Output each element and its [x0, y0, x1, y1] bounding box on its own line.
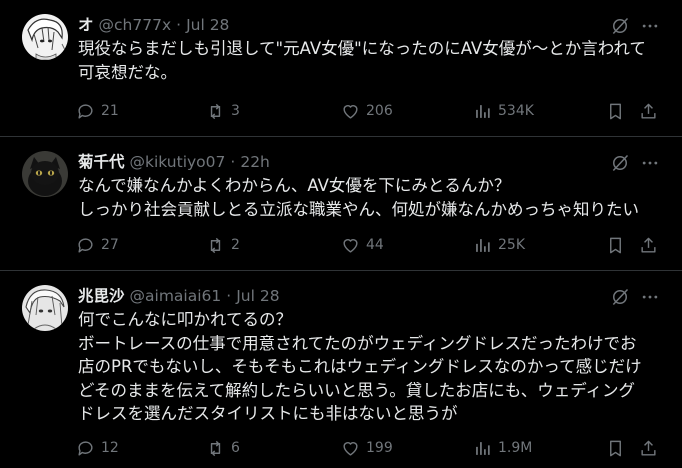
tweet-feed: オ @ch777x · Jul 28 現役ならまだしも引退して"元AV女優"にな… [0, 0, 682, 468]
bookmark-icon [610, 103, 621, 119]
action-bar: 12 6 199 1.9M [76, 437, 666, 459]
share-button[interactable] [639, 100, 658, 122]
avatar[interactable] [22, 151, 68, 197]
share-button[interactable] [639, 437, 658, 459]
share-icon [641, 103, 656, 119]
tweet-2[interactable]: 菊千代 @kikutiyo07 · 22h なんで嫌なんかよくわからん、AV女優… [0, 137, 682, 271]
views-icon [476, 238, 490, 252]
author-handle[interactable]: @aimaiai61 [130, 285, 222, 307]
repost-count: 2 [231, 237, 240, 253]
bookmark-icon [610, 440, 621, 456]
tweet-3[interactable]: 兆毘沙 @aimaiai61 · Jul 28 何でこんなに叩かれてるの？ ボー… [0, 271, 682, 468]
like-icon [343, 104, 358, 119]
grok-icon[interactable] [610, 153, 630, 173]
repost-button[interactable]: 2 [206, 234, 240, 256]
repost-count: 3 [231, 103, 240, 119]
reply-icon [78, 440, 93, 456]
grok-icon[interactable] [610, 16, 630, 36]
view-count: 1.9M [498, 440, 533, 456]
bookmark-icon [610, 237, 621, 253]
reply-button[interactable]: 21 [76, 100, 119, 122]
avatar-image-2 [22, 151, 68, 197]
bookmark-button[interactable] [606, 100, 625, 122]
repost-button[interactable]: 3 [206, 100, 240, 122]
separator: · [226, 287, 232, 305]
action-bar: 27 2 44 25K [76, 234, 666, 256]
like-count: 44 [366, 237, 384, 253]
like-count: 206 [366, 103, 393, 119]
more-icon[interactable] [640, 287, 660, 307]
repost-icon [210, 237, 221, 253]
like-button[interactable]: 206 [341, 100, 393, 122]
tweet-text-line: ドレスを選んだスタイリストにも非はないと思うが [78, 404, 458, 423]
repost-count: 6 [231, 440, 240, 456]
views-icon [476, 441, 490, 455]
tweet-text: 何でこんなに叩かれてるの？ ボートレースの仕事で用意されてたのがウェディングドレ… [78, 308, 678, 426]
share-icon [641, 440, 656, 456]
grok-icon[interactable] [610, 287, 630, 307]
author-name[interactable]: 菊千代 [78, 151, 125, 173]
timestamp[interactable]: Jul 28 [236, 285, 279, 307]
action-bar: 21 3 206 534K [76, 100, 666, 122]
reply-icon [78, 103, 93, 119]
like-button[interactable]: 44 [341, 234, 384, 256]
avatar-image-1 [22, 14, 68, 60]
separator: · [176, 16, 182, 34]
separator: · [230, 153, 236, 171]
tweet-text-line: 可哀想だな。 [78, 62, 177, 82]
tweet-text-line: しっかり社会貢献しとる立派な職業やん、何処が嫌なんかめっちゃ知りたい [78, 199, 639, 219]
tweet-text: 現役ならまだしも引退して"元AV女優"になったのにAV女優が〜とか言われて 可哀… [78, 37, 678, 84]
view-count: 25K [498, 237, 525, 253]
avatar-image-3 [22, 285, 68, 331]
tweet-1[interactable]: オ @ch777x · Jul 28 現役ならまだしも引退して"元AV女優"にな… [0, 0, 682, 137]
more-icon[interactable] [640, 153, 660, 173]
tweet-text-line: どそのままを伝えて解約したらいいと思う。貸したお店にも、ウェディング [78, 380, 636, 400]
timestamp[interactable]: Jul 28 [186, 14, 229, 36]
reply-icon [78, 237, 93, 253]
more-icon[interactable] [640, 16, 660, 36]
views-icon [476, 104, 490, 118]
author-handle[interactable]: @kikutiyo07 [130, 151, 226, 173]
reply-button[interactable]: 12 [76, 437, 119, 459]
bookmark-button[interactable] [606, 437, 625, 459]
avatar[interactable] [22, 14, 68, 60]
reply-count: 27 [101, 237, 119, 253]
like-button[interactable]: 199 [341, 437, 393, 459]
timestamp[interactable]: 22h [240, 151, 270, 173]
views-button[interactable]: 1.9M [473, 437, 532, 459]
reply-count: 21 [101, 103, 119, 119]
like-icon [343, 441, 358, 456]
author-handle[interactable]: @ch777x [99, 14, 172, 36]
reply-button[interactable]: 27 [76, 234, 119, 256]
avatar[interactable] [22, 285, 68, 331]
tweet-text-line: なんで嫌なんかよくわからん、AV女優を下にみとるんか？ [78, 176, 511, 195]
like-count: 199 [366, 440, 393, 456]
tweet-header: オ @ch777x · Jul 28 [78, 14, 229, 36]
share-icon [641, 237, 656, 253]
tweet-text-line: 現役ならまだしも引退して"元AV女優"になったのにAV女優が〜とか言われて [78, 39, 646, 58]
tweet-text-line: 店のPRでもないし、そもそもこれはウェディングドレスなのかって感じだけ [78, 357, 642, 376]
tweet-header: 菊千代 @kikutiyo07 · 22h [78, 151, 270, 173]
tweet-text-line: 何でこんなに叩かれてるの？ [78, 310, 293, 329]
repost-icon [210, 103, 221, 119]
views-button[interactable]: 25K [473, 234, 525, 256]
author-name[interactable]: オ [78, 14, 94, 36]
tweet-text: なんで嫌なんかよくわからん、AV女優を下にみとるんか？ しっかり社会貢献しとる立… [78, 174, 678, 221]
tweet-text-line: ボートレースの仕事で用意されてたのがウェディングドレスだったわけでお [78, 333, 637, 353]
share-button[interactable] [639, 234, 658, 256]
like-icon [343, 238, 358, 253]
view-count: 534K [498, 103, 534, 119]
bookmark-button[interactable] [606, 234, 625, 256]
repost-icon [210, 440, 221, 456]
tweet-header: 兆毘沙 @aimaiai61 · Jul 28 [78, 285, 280, 307]
views-button[interactable]: 534K [473, 100, 534, 122]
reply-count: 12 [101, 440, 119, 456]
author-name[interactable]: 兆毘沙 [78, 285, 125, 307]
repost-button[interactable]: 6 [206, 437, 240, 459]
